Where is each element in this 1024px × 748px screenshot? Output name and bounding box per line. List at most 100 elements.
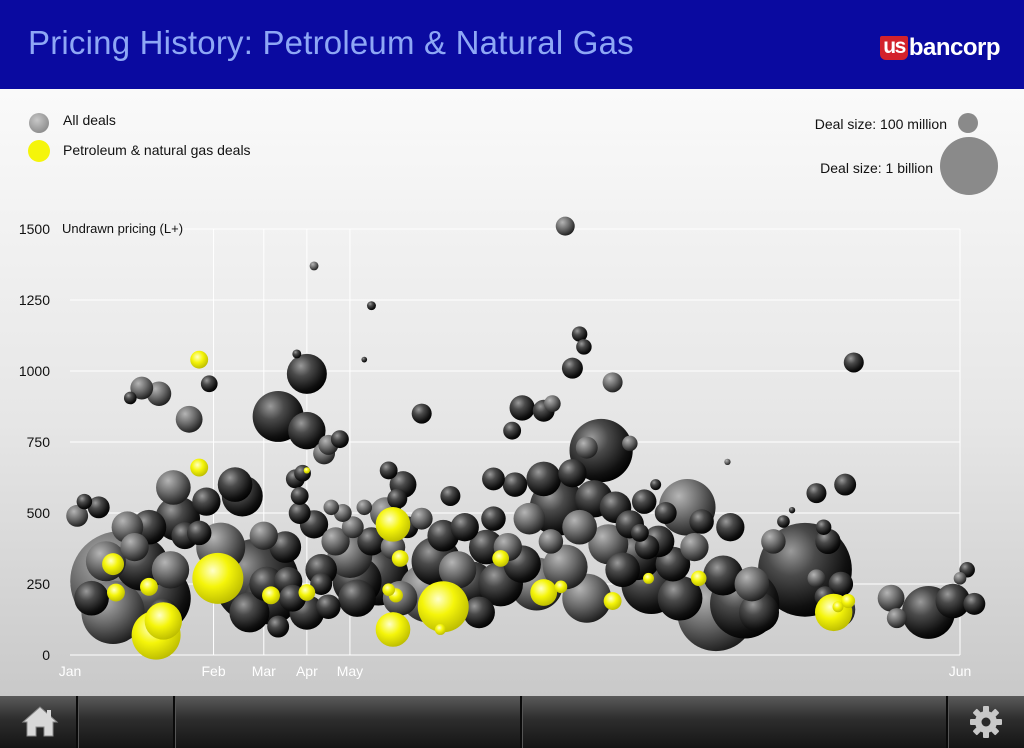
legend-all-deals-label: All deals [63,112,116,128]
x-tick-label: Jun [949,663,972,679]
petroleum-bubble [492,550,510,567]
petroleum-bubble [832,601,844,613]
all-deals-bubble [509,395,535,421]
all-deals-bubble [379,461,398,480]
all-deals-bubble [689,509,714,534]
legend-petroleum-swatch [28,140,50,162]
all-deals-bubble [575,436,598,459]
petroleum-bubble [303,467,311,474]
home-icon [21,706,59,737]
all-deals-bubble [411,403,432,424]
all-deals-bubble [877,584,905,612]
all-deals-bubble [387,488,408,509]
all-deals-bubble [561,357,583,379]
all-deals-bubble [76,493,93,510]
all-deals-bubble [356,499,373,516]
all-deals-bubble [843,352,864,373]
gear-icon [970,706,1002,738]
toolbar-divider [946,696,949,748]
bottom-toolbar [0,696,1024,748]
petroleum-bubble [190,458,209,477]
all-deals-bubble [481,506,506,531]
all-deals-bubble [602,372,623,393]
all-deals-bubble [366,301,376,311]
petroleum-bubble [375,507,411,542]
petroleum-bubble [417,581,469,633]
all-deals-bubble [267,615,290,638]
all-deals-bubble [186,520,212,546]
all-deals-bubble [175,405,203,433]
all-deals-bubble [156,470,191,505]
toolbar-divider [520,696,523,748]
all-deals-bubble [410,507,433,530]
petroleum-bubble [102,553,125,576]
petroleum-bubble [690,570,707,587]
y-tick-label: 0 [42,647,50,663]
all-deals-bubble [120,532,149,562]
petroleum-bubble [554,580,568,594]
y-tick-label: 1000 [19,363,50,379]
all-deals-bubble [576,339,592,355]
all-deals-bubble [680,532,709,562]
all-deals-bubble [338,579,376,617]
all-deals-bubble [886,608,907,629]
all-deals-bubble [963,592,986,615]
all-deals-bubble [953,571,967,585]
petroleum-bubble [375,612,411,647]
all-deals-bubble [323,499,340,516]
all-deals-bubble [654,502,677,524]
all-deals-bubble [200,375,218,393]
home-button[interactable] [18,702,62,742]
petroleum-bubble [106,583,125,602]
logo-text: bancorp [908,34,1001,61]
all-deals-bubble [543,395,561,413]
toolbar-divider [76,696,79,748]
x-tick-label: Apr [296,663,318,679]
all-deals-bubble [450,513,479,542]
petroleum-bubble [643,572,654,584]
legend-all-deals-swatch [29,113,49,133]
bubble-chart: 0 250 500 750 1000 1250 1500 Jan Feb Mar Apr May Jun… [19,112,998,679]
size-legend-small-label: Deal size: 100 million [815,116,947,132]
legend-petroleum-label: Petroleum & natural gas deals [63,142,251,158]
all-deals-bubble [788,506,796,514]
page-title: Pricing History: Petroleum & Natural Gas [28,24,634,61]
all-deals-bubble [503,421,522,440]
all-deals-bubble [538,529,564,554]
all-deals-bubble [807,569,826,588]
bubbles [66,216,986,660]
all-deals-bubble [513,502,546,535]
app-header: Pricing History: Petroleum & Natural Gas… [0,0,1024,89]
all-deals-bubble [761,529,786,554]
toolbar-divider [173,696,176,748]
size-legend-small-circle [958,113,978,133]
petroleum-bubble [382,583,396,597]
all-deals-bubble [316,594,341,619]
all-deals-bubble [777,515,790,528]
all-deals-bubble [716,513,745,542]
petroleum-bubble [140,577,158,596]
all-deals-bubble [562,509,597,545]
petroleum-bubble [434,623,446,635]
all-deals-bubble [806,483,827,504]
petroleum-bubble [530,579,558,606]
petroleum-bubble [603,592,622,610]
all-deals-bubble [440,485,461,506]
all-deals-bubble [631,489,657,514]
all-deals-bubble [292,349,302,359]
all-deals-bubble [123,391,137,405]
all-deals-bubble [294,464,311,482]
all-deals-bubble [361,356,368,363]
petroleum-bubble [192,552,244,604]
x-tick-label: May [337,663,363,679]
y-tick-label: 500 [27,505,51,521]
y-axis-label: Undrawn pricing (L+) [62,221,183,236]
all-deals-bubble [290,487,309,505]
size-legend-large-circle [940,137,998,195]
settings-button[interactable] [968,704,1004,740]
y-tick-label: 750 [27,434,51,450]
all-deals-bubble [288,502,311,524]
all-deals-bubble [502,472,528,497]
y-tick-label: 1250 [19,292,50,308]
all-deals-bubble [482,467,505,491]
